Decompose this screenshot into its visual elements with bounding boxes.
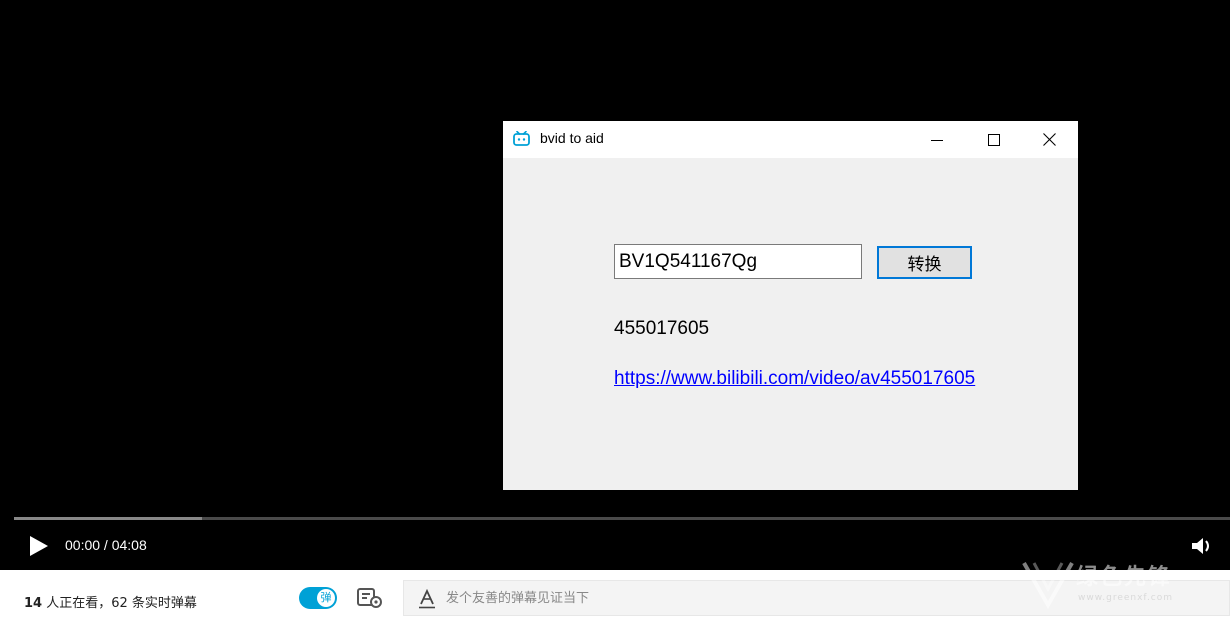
font-style-icon[interactable] <box>418 589 436 609</box>
maximize-button[interactable] <box>965 121 1022 158</box>
danmaku-bar: 14 人正在看，62 条实时弹幕 弹 <box>0 570 1230 617</box>
close-button[interactable] <box>1021 121 1078 158</box>
current-time: 00:00 <box>65 537 101 553</box>
title-bar[interactable]: bvid to aid <box>503 121 1078 158</box>
close-icon <box>1043 133 1056 146</box>
viewer-count: 14 <box>24 596 43 611</box>
volume-icon[interactable] <box>1189 535 1213 557</box>
danmaku-input-box[interactable] <box>403 580 1230 616</box>
duration: 04:08 <box>111 537 147 553</box>
viewer-stats: 14 人正在看，62 条实时弹幕 <box>24 592 197 611</box>
progress-bar[interactable] <box>14 517 1230 520</box>
minimize-button[interactable] <box>908 121 965 158</box>
viewers-label: 人正在看， <box>42 596 112 611</box>
video-link[interactable]: https://www.bilibili.com/video/av4550176… <box>614 368 975 390</box>
time-separator: / <box>100 537 112 553</box>
aid-result: 455017605 <box>614 318 710 339</box>
convert-button[interactable]: 转换 <box>877 246 972 279</box>
danmaku-input[interactable] <box>446 581 1146 615</box>
danmaku-count: 62 <box>111 596 128 611</box>
danmaku-settings-icon[interactable] <box>357 587 383 609</box>
time-display: 00:00 / 04:08 <box>65 537 147 553</box>
bvid-to-aid-window: bvid to aid 转换 455017605 https://www.bil… <box>503 121 1078 490</box>
danmaku-toggle-label: 弹 <box>317 589 335 607</box>
danmaku-label: 条实时弹幕 <box>127 596 197 611</box>
minimize-icon <box>930 139 943 141</box>
bilibili-tv-icon <box>513 131 530 146</box>
progress-fill <box>14 517 203 520</box>
danmaku-toggle[interactable]: 弹 <box>299 587 337 609</box>
window-title: bvid to aid <box>540 130 604 146</box>
maximize-icon <box>987 133 1000 146</box>
play-icon[interactable] <box>28 534 50 558</box>
bvid-input[interactable] <box>614 244 862 279</box>
